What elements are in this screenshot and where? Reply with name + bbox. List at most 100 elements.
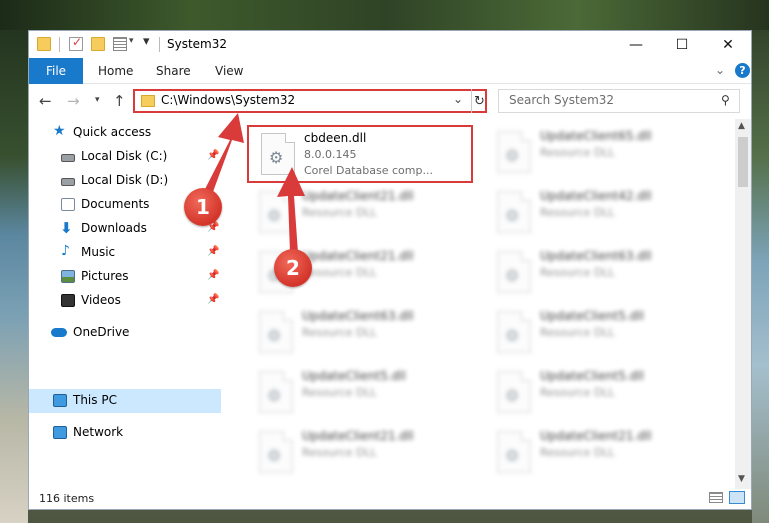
- expand-ribbon-icon[interactable]: ⌄: [715, 63, 725, 77]
- videos-icon: [61, 294, 75, 307]
- file-tile[interactable]: ⚙ UpdateClient5.dll Resource DLL: [247, 365, 467, 423]
- drive-icon: [61, 178, 75, 186]
- computer-icon: [53, 394, 67, 407]
- music-icon: ♪: [61, 243, 70, 259]
- tab-home[interactable]: Home: [98, 64, 133, 78]
- file-name: UpdateClient63.dll: [302, 309, 414, 323]
- step-2-badge: 2: [274, 249, 312, 287]
- wallpaper-right: [752, 0, 769, 523]
- help-icon[interactable]: ?: [735, 63, 750, 78]
- nav-item-this-pc[interactable]: This PC: [29, 389, 221, 413]
- dll-file-icon: ⚙: [497, 191, 531, 233]
- refresh-icon[interactable]: ↻: [471, 89, 487, 113]
- tab-view[interactable]: View: [215, 64, 243, 78]
- nav-item-label: Network: [73, 425, 124, 439]
- file-tile[interactable]: ⚙ UpdateClient63.dll Resource DLL: [247, 305, 467, 363]
- large-icons-view-icon[interactable]: [729, 491, 745, 504]
- tab-file[interactable]: File: [29, 58, 83, 84]
- scroll-up-icon[interactable]: ▲: [738, 121, 745, 131]
- nav-item-pictures[interactable]: Pictures 📌: [29, 265, 221, 289]
- nav-item-label: This PC: [73, 393, 117, 407]
- file-name: UpdateClient21.dll: [302, 429, 414, 443]
- dll-file-icon: ⚙: [497, 311, 531, 353]
- file-type: Resource DLL: [540, 446, 615, 459]
- nav-item-quick-access[interactable]: ★ Quick access: [29, 121, 221, 145]
- wallpaper-top: [0, 0, 769, 30]
- dll-file-icon: ⚙: [497, 371, 531, 413]
- dll-file-icon: ⚙: [259, 191, 293, 233]
- file-tile[interactable]: ⚙ UpdateClient21.dll Resource DLL: [485, 425, 705, 483]
- file-explorer-window: ✓ ▾ ▾ System32 — ☐ ✕ File Home Share Vie…: [28, 30, 752, 510]
- file-name: UpdateClient5.dll: [540, 369, 644, 383]
- file-tile[interactable]: ⚙ UpdateClient63.dll Resource DLL: [485, 245, 705, 303]
- status-bar: 116 items: [29, 489, 751, 509]
- documents-icon: [61, 198, 75, 211]
- gear-icon: ⚙: [267, 326, 282, 345]
- nav-item-label: Local Disk (C:): [81, 149, 168, 163]
- file-description: Corel Database comp...: [304, 164, 433, 177]
- search-input[interactable]: Search System32 ⚲: [498, 89, 740, 113]
- download-icon: ⬇: [60, 219, 73, 237]
- star-icon: ★: [53, 123, 66, 139]
- file-type: Resource DLL: [302, 386, 377, 399]
- maximize-button[interactable]: ☐: [659, 31, 705, 58]
- new-folder-icon[interactable]: [91, 37, 105, 51]
- dll-file-icon: ⚙: [497, 131, 531, 173]
- file-tile[interactable]: ⚙ UpdateClient21.dll Resource DLL: [247, 185, 467, 243]
- file-tile-cbdeen[interactable]: ⚙ cbdeen.dll 8.0.0.145 Corel Database co…: [247, 125, 473, 183]
- drive-icon: [61, 154, 75, 162]
- customize-qat-icon[interactable]: [113, 37, 127, 51]
- search-icon[interactable]: ⚲: [721, 93, 730, 107]
- navigation-pane: ★ Quick access Local Disk (C:) 📌 Local D…: [29, 119, 221, 489]
- file-type: Resource DLL: [540, 386, 615, 399]
- nav-item-label: Quick access: [73, 125, 152, 139]
- file-tile[interactable]: ⚙ UpdateClient5.dll Resource DLL: [485, 365, 705, 423]
- tab-share[interactable]: Share: [156, 64, 191, 78]
- file-type: Resource DLL: [540, 326, 615, 339]
- address-bar[interactable]: C:\Windows\System32 ⌄ ↻: [133, 89, 487, 113]
- nav-item-network[interactable]: Network: [29, 421, 221, 445]
- file-tile[interactable]: ⚙ UpdateClient5.dll Resource DLL: [485, 305, 705, 363]
- step-1-badge: 1: [184, 188, 222, 226]
- nav-item-label: Music: [81, 245, 116, 259]
- close-button[interactable]: ✕: [705, 31, 751, 58]
- file-tile[interactable]: ⚙ UpdateClient65.dll Resource DLL: [485, 125, 705, 183]
- dll-file-icon: ⚙: [497, 431, 531, 473]
- gear-icon: ⚙: [267, 446, 282, 465]
- nav-item-music[interactable]: ♪ Music 📌: [29, 241, 221, 265]
- nav-item-local-disk-d[interactable]: Local Disk (D:): [29, 169, 221, 193]
- file-type: Resource DLL: [540, 206, 615, 219]
- cloud-icon: [51, 328, 67, 337]
- gear-icon: ⚙: [505, 146, 520, 165]
- minimize-button[interactable]: —: [613, 31, 659, 58]
- up-arrow-icon[interactable]: ↑: [113, 92, 126, 110]
- address-path[interactable]: C:\Windows\System32: [161, 93, 295, 107]
- nav-item-local-disk-c[interactable]: Local Disk (C:) 📌: [29, 145, 221, 169]
- dll-file-icon: ⚙: [497, 251, 531, 293]
- gear-icon: ⚙: [505, 266, 520, 285]
- recent-locations-icon[interactable]: ▾: [95, 95, 100, 105]
- pictures-icon: [61, 270, 75, 283]
- file-tile[interactable]: ⚙ UpdateClient42.dll Resource DLL: [485, 185, 705, 243]
- file-type: Resource DLL: [540, 146, 615, 159]
- properties-icon[interactable]: ✓: [69, 35, 83, 51]
- gear-icon: ⚙: [505, 206, 520, 225]
- file-name: UpdateClient5.dll: [540, 309, 644, 323]
- chevron-down-icon[interactable]: ▾: [129, 36, 134, 46]
- back-arrow-icon[interactable]: ←: [39, 92, 52, 110]
- file-name: cbdeen.dll: [304, 131, 367, 145]
- qat-dropdown-icon[interactable]: ▾: [143, 34, 150, 49]
- chevron-down-icon[interactable]: ⌄: [453, 92, 463, 106]
- forward-arrow-icon[interactable]: →: [67, 92, 80, 110]
- details-view-icon[interactable]: [709, 492, 723, 503]
- file-tile[interactable]: ⚙ UpdateClient21.dll Resource DLL: [247, 425, 467, 483]
- search-placeholder: Search System32: [509, 93, 615, 107]
- nav-item-videos[interactable]: Videos 📌: [29, 289, 221, 313]
- scroll-thumb[interactable]: [738, 137, 748, 187]
- folder-icon: [141, 95, 155, 107]
- scroll-down-icon[interactable]: ▼: [738, 474, 745, 484]
- nav-item-label: Pictures: [81, 269, 129, 283]
- nav-item-onedrive[interactable]: OneDrive: [29, 321, 221, 345]
- vertical-scrollbar[interactable]: ▲ ▼: [735, 119, 751, 489]
- file-name: UpdateClient21.dll: [302, 249, 414, 263]
